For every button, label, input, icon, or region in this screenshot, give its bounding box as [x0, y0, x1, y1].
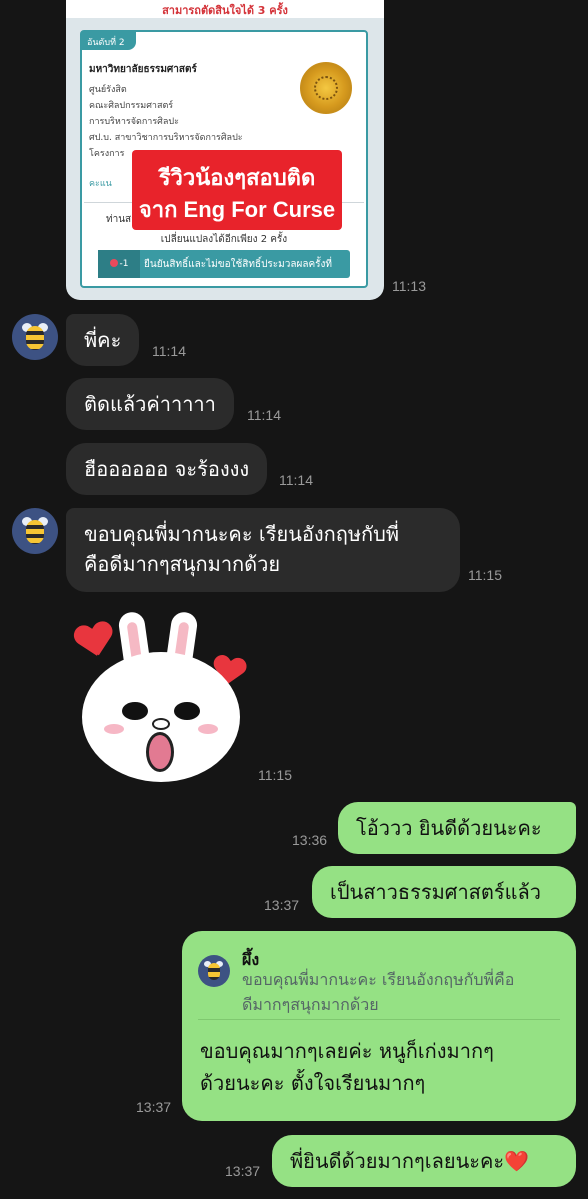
count-badge: -1 [98, 250, 140, 278]
bee-avatar-icon[interactable] [12, 508, 58, 554]
message-text-line: ด้วยนะคะ ตั้งใจเรียนมากๆ [200, 1071, 426, 1095]
timestamp: 11:14 [152, 343, 186, 359]
bunny-eye [174, 702, 200, 720]
confirm-button: -1 ยืนยันสิทธิ์และไม่ขอใช้สิทธิ์ประมวลผล… [98, 250, 350, 278]
confirm-label: ยืนยันสิทธิ์และไม่ขอใช้สิทธิ์ประมวลผลครั… [144, 259, 333, 270]
bunny-nose [152, 718, 170, 730]
count-value: -1 [119, 259, 129, 269]
detail-line: ศป.บ. สาขาวิชาการบริหารจัดการศิลปะ [89, 133, 243, 143]
message-text: พี่คะ [84, 328, 122, 352]
quoted-text-line: ดีมากๆสนุกมากด้วย [242, 995, 379, 1014]
message-text-line: ขอบคุณมากๆเลยค่ะ หนูก็เก่งมากๆ [200, 1039, 494, 1063]
timestamp: 13:37 [225, 1163, 261, 1179]
message-text: โอ้ววว ยินดีด้วยนะคะ [356, 816, 542, 840]
message-text-line: คือดีมากๆสนุกมากด้วย [84, 552, 281, 576]
message-text-line: ขอบคุณพี่มากนะคะ เรียนอังกฤษกับพี่ [84, 522, 400, 546]
message-text: ฮืออออออ จะร้องงง [84, 457, 250, 481]
timestamp: 13:36 [292, 832, 328, 848]
bee-body [26, 520, 44, 544]
message-text: พี่ยินดีด้วยมากๆเลยนะคะ❤️ [290, 1149, 530, 1173]
bee-avatar-icon [198, 955, 230, 987]
quoted-text: ขอบคุณพี่มากนะคะ เรียนอังกฤษกับพี่คือ ดี… [242, 967, 514, 1017]
bunny-sticker[interactable] [70, 610, 250, 782]
bee-avatar-icon[interactable] [12, 314, 58, 360]
university-name: มหาวิทยาลัยธรรมศาสตร์ [89, 64, 197, 75]
timestamp: 11:13 [392, 278, 426, 294]
promo-banner: รีวิวน้องๆสอบติด จาก Eng For Curse [132, 150, 342, 230]
shot-sub-text: เปลี่ยนแปลงได้อีกเพียง 2 ครั้ง [160, 234, 288, 245]
reply-text: ขอบคุณมากๆเลยค่ะ หนูก็เก่งมากๆ ด้วยนะคะ … [200, 1035, 494, 1099]
quoted-text-line: ขอบคุณพี่มากนะคะ เรียนอังกฤษกับพี่คือ [242, 970, 515, 989]
incoming-message[interactable]: ขอบคุณพี่มากนะคะ เรียนอังกฤษกับพี่ คือดี… [66, 508, 460, 592]
heart-icon [109, 259, 118, 267]
detail-line: โครงการ [89, 149, 125, 159]
message-text: ติดแล้วค่าาาาา [84, 392, 216, 416]
outgoing-message[interactable]: โอ้ววว ยินดีด้วยนะคะ [338, 802, 576, 854]
detail-line: ศูนย์รังสิต [89, 85, 127, 95]
incoming-message[interactable]: ฮืออออออ จะร้องงง [66, 443, 268, 495]
reply-divider [198, 1019, 560, 1020]
bunny-blush [198, 724, 218, 734]
outgoing-message[interactable]: เป็นสาวธรรมศาสตร์แล้ว [312, 866, 576, 918]
shot-top-notice: สามารถตัดสินใจได้ 3 ครั้ง [162, 4, 288, 17]
reply-message[interactable]: ผึ้ง ขอบคุณพี่มากนะคะ เรียนอังกฤษกับพี่ค… [182, 931, 576, 1121]
detail-line: การบริหารจัดการศิลปะ [89, 117, 179, 127]
bunny-mouth [146, 732, 174, 772]
shot-top-bar: สามารถตัดสินใจได้ 3 ครั้ง [66, 0, 384, 18]
banner-line: จาก Eng For Curse [138, 197, 336, 222]
timestamp: 13:37 [136, 1099, 172, 1115]
timestamp: 11:15 [468, 567, 502, 583]
banner-line: รีวิวน้องๆสอบติด [158, 165, 316, 190]
timestamp: 11:14 [279, 472, 313, 488]
bunny-blush [104, 724, 124, 734]
incoming-message[interactable]: พี่คะ [66, 314, 140, 366]
bee-body [26, 326, 44, 350]
rank-label: อันดับที่ 2 [87, 38, 125, 48]
detail-line: คณะศิลปกรรมศาสตร์ [89, 101, 174, 111]
timestamp: 11:14 [247, 407, 281, 423]
detail-line: คะแน [89, 179, 112, 189]
bunny-eye [122, 702, 148, 720]
heart-icon [73, 621, 116, 664]
incoming-message[interactable]: ติดแล้วค่าาาาา [66, 378, 234, 430]
rank-tab: อันดับที่ 2 [82, 32, 136, 50]
shared-image[interactable]: สามารถตัดสินใจได้ 3 ครั้ง อันดับที่ 2 มห… [66, 0, 384, 300]
timestamp: 11:15 [258, 767, 292, 783]
timestamp: 13:37 [264, 897, 300, 913]
outgoing-message[interactable]: พี่ยินดีด้วยมากๆเลยนะคะ❤️ [272, 1135, 576, 1187]
message-text: เป็นสาวธรรมศาสตร์แล้ว [330, 880, 541, 904]
university-seal-icon [300, 62, 352, 114]
bee-body [208, 963, 220, 980]
bunny-face [82, 652, 240, 782]
